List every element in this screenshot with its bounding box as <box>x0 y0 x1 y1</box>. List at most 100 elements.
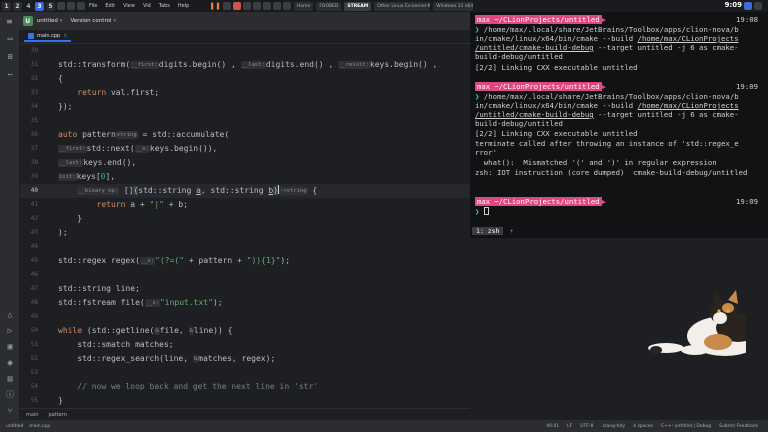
terminal-pane[interactable]: max ~/CLionProjects/untitled ▶ 19:08 ❯ /ho… <box>470 12 768 238</box>
terminal-line: what(): Mismatched '(' and ')' in regula… <box>475 158 717 167</box>
version-control[interactable]: Version control <box>70 18 111 24</box>
pause-icon[interactable]: ❚❚ <box>209 2 221 10</box>
tray-icon[interactable] <box>253 2 262 10</box>
chevron-down-icon[interactable]: ▾ <box>60 18 63 24</box>
line-number: 48 <box>30 299 38 306</box>
workspace-4-small[interactable]: 4 <box>24 2 33 11</box>
browser-tab-home[interactable]: Home <box>294 1 314 11</box>
line-number: 34 <box>30 103 38 110</box>
menu-help[interactable]: Help <box>178 3 189 9</box>
terminal-line: build-debug/untitled <box>475 119 563 128</box>
param-hint: init: <box>58 173 77 181</box>
debug-icon[interactable]: ◉ <box>5 358 15 368</box>
line-number: 45 <box>30 257 38 264</box>
menu-edit[interactable]: Edit <box>105 3 115 9</box>
tray-icon[interactable] <box>243 2 252 10</box>
workspace-1[interactable]: 1 <box>2 1 11 11</box>
line-gutter: 30 31 32 33 34 35 36 37 38 39 40 41 42 4… <box>20 44 44 420</box>
menu-file[interactable]: File <box>89 3 97 9</box>
tab-label: main.cpp <box>37 33 61 39</box>
clock: 9:09 <box>724 1 742 9</box>
run-icon[interactable]: ▷ <box>5 326 15 336</box>
browser-tab-linux[interactable]: Other Linux Ex-kernel-ffmpeg <box>374 1 431 11</box>
cpp-file-icon <box>28 33 34 39</box>
chevron-down-icon[interactable]: ▾ <box>113 18 116 24</box>
browser-tab-windows[interactable]: Windows 11 x64 <box>433 1 474 11</box>
more-icon[interactable]: ⋯ <box>5 70 15 80</box>
tray-icon[interactable] <box>223 2 232 10</box>
param-hint: __s: <box>139 257 156 265</box>
hamburger-menu-icon[interactable]: ≡ <box>6 17 13 26</box>
status-bar: untitled main.cpp 40:41 LF UTF-8 .clang-… <box>0 420 768 432</box>
code-line-current: __binary_op: [](std::string a, std::stri… <box>77 185 318 195</box>
status-project[interactable]: untitled <box>6 424 23 429</box>
status-file[interactable]: main.cpp <box>29 424 50 429</box>
line-number: 47 <box>30 285 38 292</box>
param-hint: __result: <box>338 61 370 69</box>
status-indent[interactable]: 4 spaces <box>633 424 653 429</box>
project-name[interactable]: untitled <box>37 18 58 24</box>
console-icon[interactable]: ▤ <box>5 374 15 384</box>
prompt-time: 19:09 <box>736 82 758 91</box>
breadcrumb-item[interactable]: main <box>26 412 39 418</box>
browser-tab-foobed[interactable]: FOOBED <box>316 1 342 11</box>
browser-tab-stream[interactable]: STREAM <box>344 1 372 11</box>
left-tool-strip: ▭ ⊞ ⋯ △ ▷ ▣ ◉ ▤ ⓘ ⑂ <box>0 30 20 420</box>
problems-icon[interactable]: ⓘ <box>5 390 15 400</box>
tab-main-cpp[interactable]: main.cpp × <box>24 32 72 42</box>
tray-icon[interactable] <box>754 2 762 10</box>
status-encoding[interactable]: UTF-8 <box>580 424 593 429</box>
code-line: init:keys[0], <box>58 172 116 181</box>
workspace-5[interactable]: 5 <box>46 1 55 11</box>
terminal-icon[interactable]: ▣ <box>5 342 15 352</box>
prompt-line: max ~/CLionProjects/untitled ▶ <box>475 15 607 24</box>
folder-icon[interactable]: ▭ <box>5 34 15 44</box>
status-formatter[interactable]: .clang-tidy <box>601 424 625 429</box>
status-line-ending[interactable]: LF <box>567 424 572 429</box>
code-line: return val.first; <box>77 88 160 97</box>
code-line: } <box>58 214 83 223</box>
status-position[interactable]: 40:41 <box>546 424 559 429</box>
code-line: __last:keys.end(), <box>58 158 137 167</box>
code-editor[interactable]: 30 31 32 33 34 35 36 37 38 39 40 41 42 4… <box>20 44 470 420</box>
app-icon[interactable] <box>57 2 65 10</box>
workspace-2[interactable]: 2 <box>13 1 22 11</box>
line-number: 53 <box>30 369 38 376</box>
terminal-input-line[interactable]: ❯ <box>475 207 489 217</box>
project-badge[interactable]: U <box>22 16 33 26</box>
line-number: 44 <box>30 243 38 250</box>
line-number: 31 <box>30 61 38 68</box>
param-hint: __x: <box>134 145 150 153</box>
code-lines: std::transform(__first:digits.begin() , … <box>58 44 470 420</box>
param-hint: & <box>188 327 194 335</box>
line-number: 33 <box>30 89 38 96</box>
tray-icon[interactable] <box>283 2 292 10</box>
app-icon[interactable] <box>77 2 85 10</box>
tray-icon[interactable] <box>744 2 752 10</box>
warning-icon[interactable]: △ <box>5 310 15 320</box>
breadcrumb-item[interactable]: pattern <box>49 412 67 418</box>
editor-tab-row: main.cpp × <box>20 30 470 44</box>
submit-feedback-button[interactable]: Submit Feedback <box>719 424 758 429</box>
prompt-line: max ~/CLionProjects/untitled ▶ <box>475 197 607 206</box>
terminal-line: [2/2] Linking CXX executable untitled <box>475 63 638 72</box>
app-icon[interactable] <box>67 2 75 10</box>
menu-tabs[interactable]: Tabs <box>159 3 170 9</box>
tmux-window-tab[interactable]: 1: zsh <box>472 226 504 235</box>
tray-icon[interactable] <box>263 2 272 10</box>
line-number: 42 <box>30 215 38 222</box>
return-type-hint: ->string <box>279 187 308 195</box>
structure-icon[interactable]: ⊞ <box>5 52 15 62</box>
menu-view[interactable]: View <box>123 3 135 9</box>
tmux-status-bar: 1: zsh + <box>470 225 768 236</box>
status-context[interactable]: C++: untitled | Debug <box>661 424 711 429</box>
workspace-3[interactable]: 3 <box>35 1 44 11</box>
line-number: 43 <box>30 229 38 236</box>
tray-icon[interactable] <box>233 2 242 10</box>
git-icon[interactable]: ⑂ <box>5 406 15 416</box>
param-hint: __binary_op: <box>77 187 120 195</box>
close-icon[interactable]: × <box>63 33 67 39</box>
new-window-button[interactable]: + <box>509 227 513 235</box>
tray-icon[interactable] <box>273 2 282 10</box>
menu-vid[interactable]: Vid <box>143 3 151 9</box>
